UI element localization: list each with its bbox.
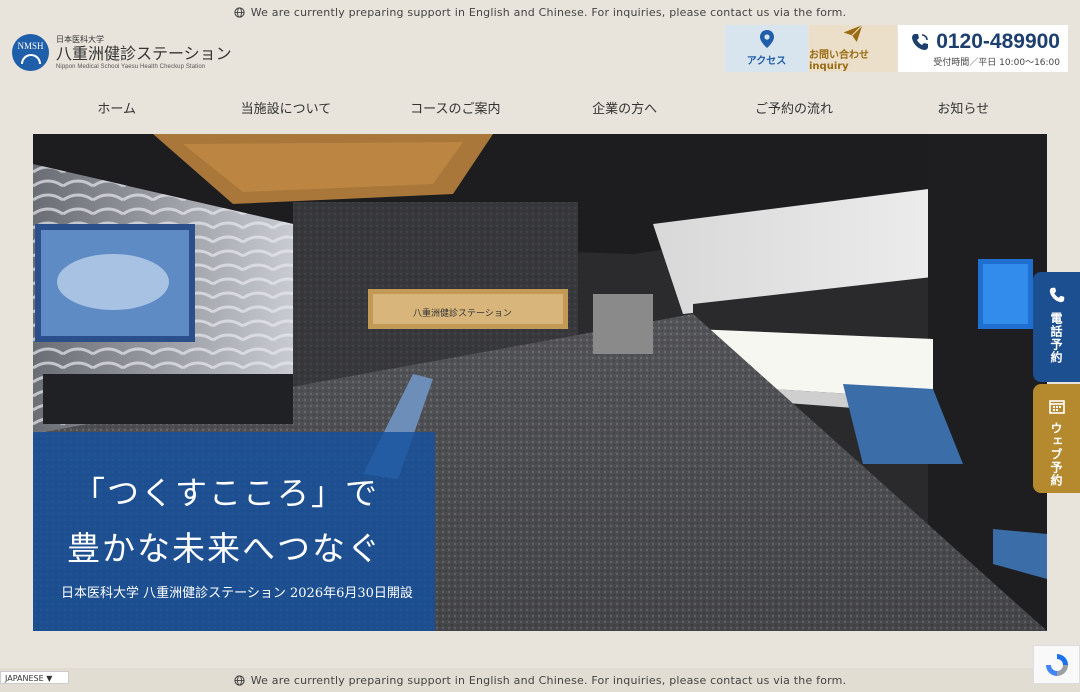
hero-headline-1: 「つくすこころ」で [73, 474, 380, 512]
nav-item-courses[interactable]: コースのご案内 [371, 98, 540, 122]
nav-item-home[interactable]: ホーム [32, 98, 201, 122]
main-nav: ホーム 当施設について コースのご案内 企業の方へ ご予約の流れ お知らせ [32, 98, 1048, 122]
language-notice-bottom: We are currently preparing support in En… [0, 668, 1080, 692]
reception-sign-text: 八重洲健診ステーション [413, 307, 512, 319]
logo-badge: NMSH [12, 34, 49, 71]
phone-reservation-tab[interactable]: 電話予約 [1033, 272, 1080, 382]
nav-item-corporate[interactable]: 企業の方へ [540, 98, 709, 122]
phone-icon [912, 33, 929, 50]
logo-title: 八重洲健診ステーション [56, 43, 232, 63]
calendar-icon [1048, 400, 1065, 414]
web-reservation-tab[interactable]: ウェブ予約 [1033, 384, 1080, 493]
site-logo[interactable]: NMSH 日本医科大学 八重洲健診ステーション Nippon Medical S… [12, 34, 232, 71]
logo-subtitle: 日本医科大学 [56, 34, 104, 44]
nav-item-reservation-flow[interactable]: ご予約の流れ [709, 98, 878, 122]
language-notice-top: We are currently preparing support in En… [0, 0, 1080, 24]
map-pin-icon [759, 30, 774, 48]
inquiry-label: お問い合わせ inquiry [809, 50, 869, 72]
logo-english: Nippon Medical School Yaesu Health Check… [56, 63, 206, 70]
hero-message-box: 「つくすこころ」で 豊かな未来へつなぐ 日本医科大学 八重洲健診ステーション 2… [33, 432, 435, 631]
web-reservation-label: ウェブ予約 [1049, 422, 1063, 487]
phone-number: 0120-489900 [936, 29, 1060, 53]
paper-plane-icon [843, 25, 863, 42]
phone-icon [1049, 287, 1064, 303]
logo-badge-text: NMSH [17, 40, 44, 51]
inquiry-button[interactable]: お問い合わせ inquiry [809, 25, 897, 72]
site-header: NMSH 日本医科大学 八重洲健診ステーション Nippon Medical S… [0, 24, 1080, 74]
recaptcha-icon [1045, 653, 1068, 676]
hero-caption: 日本医科大学 八重洲健診ステーション 2026年6月30日開設 [61, 586, 413, 601]
notice-text: We are currently preparing support in En… [250, 673, 847, 687]
phone-contact[interactable]: 0120-489900 受付時間／平日 10:00〜16:00 [898, 25, 1068, 72]
access-button[interactable]: アクセス [725, 25, 808, 72]
hero-headline-2: 豊かな未来へつなぐ [67, 529, 382, 568]
language-select[interactable]: JAPANESE ▼ [0, 671, 69, 684]
hero-section: 八重洲健診ステーション 「つくすこころ」で 豊かな未来へつなぐ 日本医科大学 八… [33, 134, 1047, 631]
phone-hours: 受付時間／平日 10:00〜16:00 [933, 57, 1060, 68]
globe-icon [234, 6, 245, 18]
nav-item-news[interactable]: お知らせ [879, 98, 1048, 122]
notice-text: We are currently preparing support in En… [250, 5, 847, 19]
phone-reservation-label: 電話予約 [1049, 312, 1063, 364]
access-label: アクセス [746, 56, 787, 67]
nav-item-about[interactable]: 当施設について [201, 98, 370, 122]
recaptcha-badge[interactable] [1033, 645, 1080, 684]
